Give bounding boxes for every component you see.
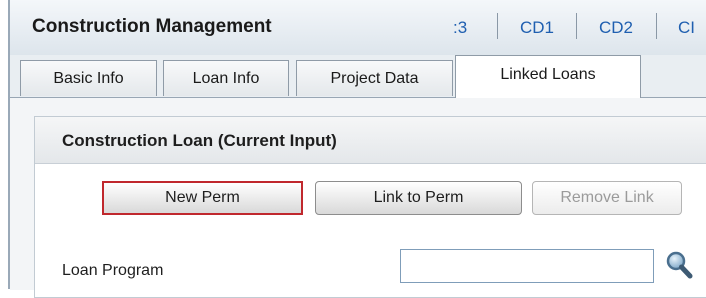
- tab-separator: [576, 13, 577, 39]
- panel-header: Construction Loan (Current Input): [35, 117, 706, 164]
- magnifier-icon[interactable]: [665, 250, 693, 280]
- top-tab-cd1[interactable]: CD1: [520, 18, 554, 38]
- app-title: Construction Management: [32, 16, 272, 37]
- tab-project-data[interactable]: Project Data: [296, 60, 453, 96]
- tab-linked-loans[interactable]: Linked Loans: [455, 55, 641, 98]
- top-tab-cd2[interactable]: CD2: [599, 18, 633, 38]
- top-tab-cd-partial[interactable]: CI: [678, 18, 695, 38]
- loan-program-label: Loan Program: [62, 262, 164, 279]
- panel-title: Construction Loan (Current Input): [62, 131, 337, 150]
- subtab-bar: Basic Info Loan Info Project Data Linked…: [10, 55, 706, 98]
- top-tab-e3[interactable]: :3: [453, 18, 467, 38]
- tab-separator: [497, 13, 498, 39]
- new-perm-button[interactable]: New Perm: [102, 181, 303, 215]
- remove-link-button[interactable]: Remove Link: [532, 181, 682, 215]
- tab-separator: [656, 13, 657, 39]
- loan-program-input[interactable]: [400, 249, 654, 283]
- tab-basic-info[interactable]: Basic Info: [20, 60, 157, 96]
- tab-loan-info[interactable]: Loan Info: [163, 60, 289, 96]
- link-to-perm-button[interactable]: Link to Perm: [315, 181, 522, 215]
- header-bar: Construction Management :3 CD1 CD2 CI: [10, 0, 706, 56]
- content-area: Construction Loan (Current Input) New Pe…: [10, 98, 706, 298]
- construction-loan-panel: Construction Loan (Current Input) New Pe…: [34, 116, 706, 298]
